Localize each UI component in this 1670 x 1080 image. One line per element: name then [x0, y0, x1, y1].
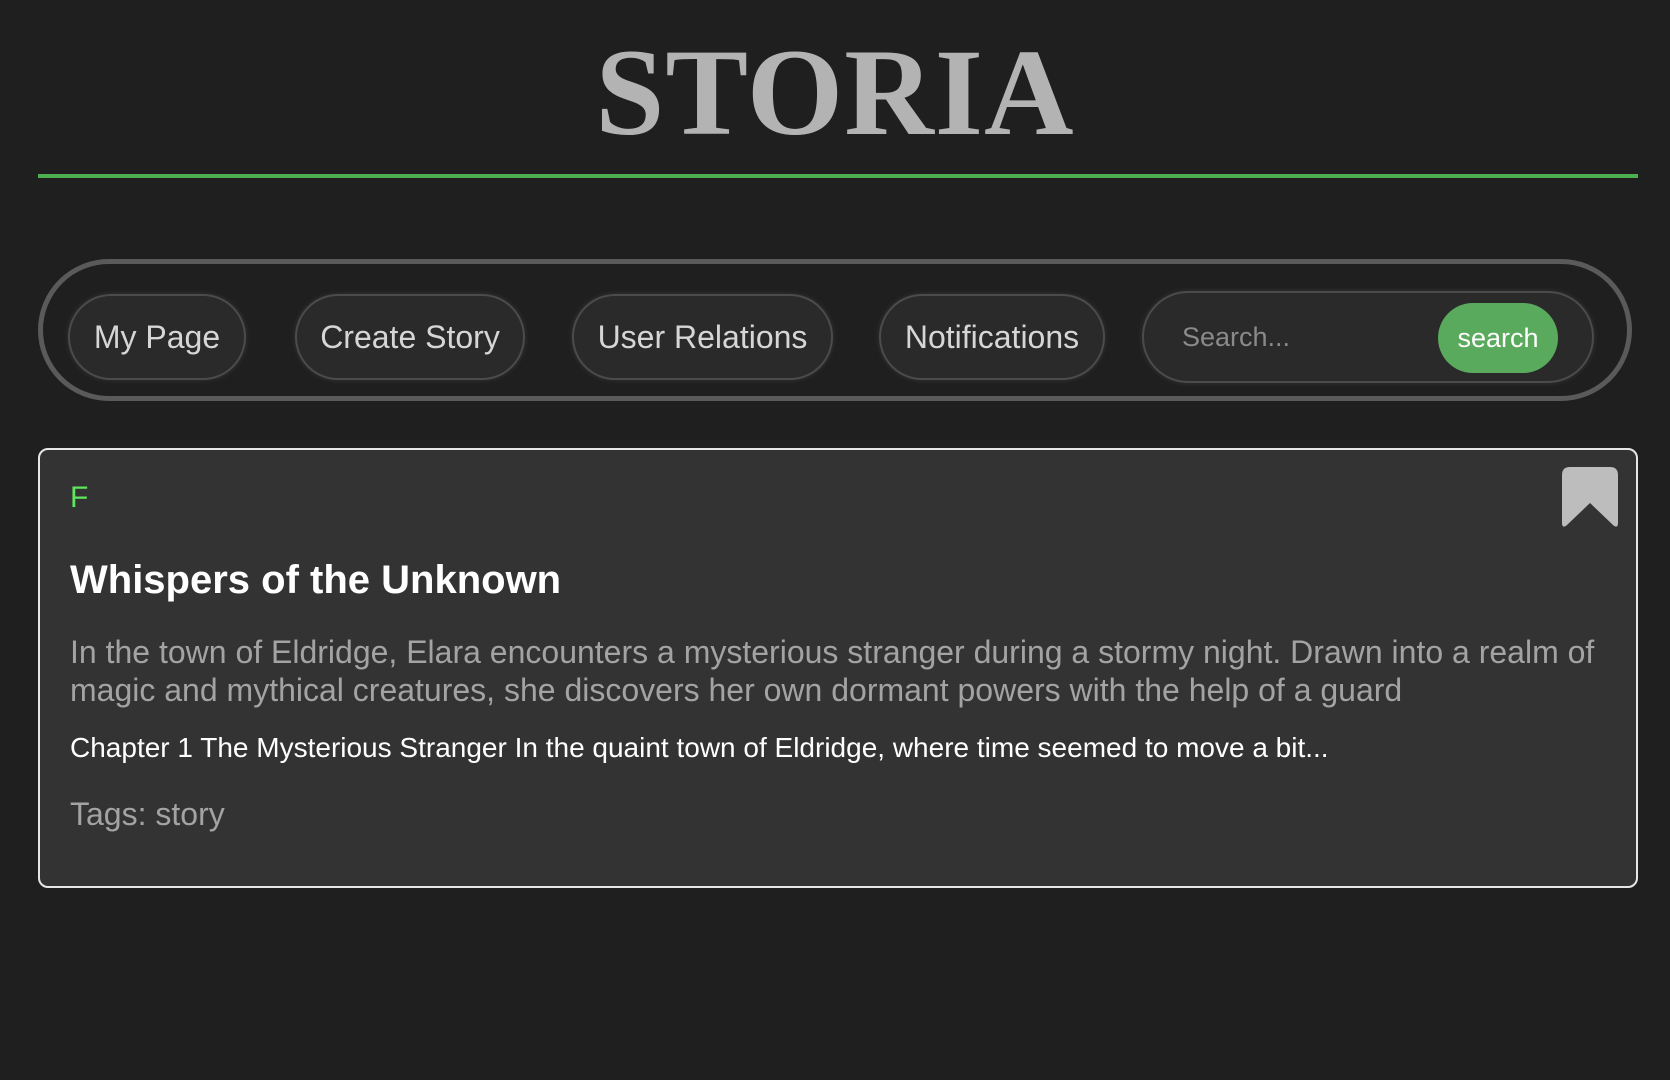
site-title: STORIA — [595, 24, 1075, 161]
search-input[interactable] — [1182, 315, 1432, 359]
story-excerpt: Chapter 1 The Mysterious Stranger In the… — [70, 732, 1329, 763]
user-relations-button[interactable]: User Relations — [572, 294, 833, 380]
story-summary: In the town of Eldridge, Elara encounter… — [70, 634, 1595, 708]
search-button[interactable]: search — [1438, 303, 1558, 373]
create-story-button[interactable]: Create Story — [295, 294, 525, 380]
header-divider — [38, 174, 1638, 178]
notifications-button[interactable]: Notifications — [879, 294, 1105, 380]
main-navbar: My Page Create Story User Relations Noti… — [38, 259, 1632, 401]
author-initial[interactable]: F — [70, 480, 88, 516]
story-title[interactable]: Whispers of the Unknown — [70, 556, 561, 604]
my-page-button[interactable]: My Page — [68, 294, 246, 380]
bookmark-icon[interactable] — [1562, 467, 1618, 529]
search-bar: search — [1142, 291, 1594, 383]
story-card[interactable]: F Whispers of the Unknown In the town of… — [38, 448, 1638, 888]
story-tags: Tags: story — [70, 796, 225, 832]
